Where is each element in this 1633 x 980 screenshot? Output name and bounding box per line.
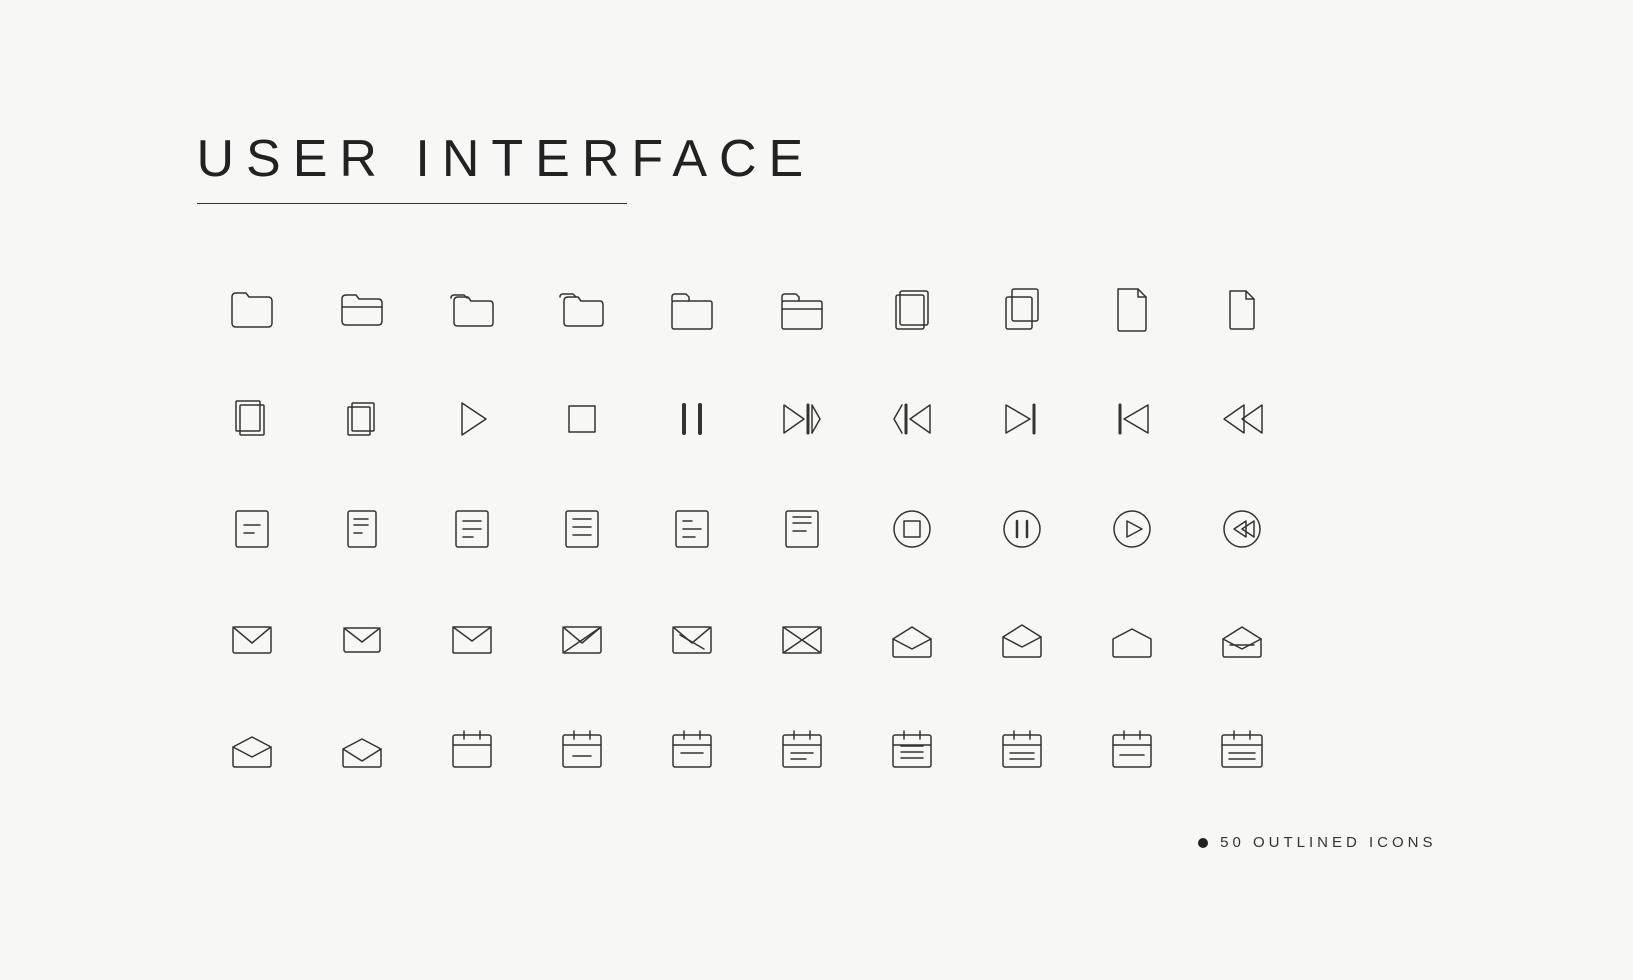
icon-play (417, 364, 527, 474)
icon-calendar-empty (417, 694, 527, 804)
icon-folder-tab (637, 254, 747, 364)
icon-circle-play (1077, 474, 1187, 584)
icon-skip-forward (747, 364, 857, 474)
footer-dot (1198, 838, 1208, 848)
icon-mail-open-2 (967, 584, 1077, 694)
icon-folder-double (527, 254, 637, 364)
footer-label: 50 OUTLINED ICONS (1220, 834, 1436, 851)
icon-mail-open-1 (857, 584, 967, 694)
icon-mail-open-bottom-2 (307, 694, 417, 804)
icon-file-minus (197, 474, 307, 584)
page-title: USER INTERFACE (197, 129, 1437, 189)
icon-document (1077, 254, 1187, 364)
icon-copy-pages-2 (967, 254, 1077, 364)
icon-document-copy-2 (307, 364, 417, 474)
icon-calendar-lines (747, 694, 857, 804)
icon-mail-3 (417, 584, 527, 694)
icon-mail-2 (307, 584, 417, 694)
footer: 50 OUTLINED ICONS (197, 834, 1437, 851)
icon-file-list-3 (637, 474, 747, 584)
icon-grid (197, 254, 1437, 804)
icon-folder-stacked (417, 254, 527, 364)
main-container: USER INTERFACE (117, 69, 1517, 911)
icon-skip-back (857, 364, 967, 474)
icon-mail-open-3 (1077, 584, 1187, 694)
icon-rewind (1187, 364, 1297, 474)
icon-file-list (417, 474, 527, 584)
icon-file-minus-2 (307, 474, 417, 584)
icon-mail-open-x (1187, 584, 1297, 694)
icon-stop (527, 364, 637, 474)
icon-circle-stop (857, 474, 967, 584)
icon-document-copy (197, 364, 307, 474)
icon-circle-rewind (1187, 474, 1297, 584)
icon-mail-x-1 (527, 584, 637, 694)
icon-mail-x-3 (747, 584, 857, 694)
icon-folder-tab-open (747, 254, 857, 364)
icon-mail-1 (197, 584, 307, 694)
icon-file-list-2 (527, 474, 637, 584)
icon-step-forward (967, 364, 1077, 474)
icon-calendar-full (857, 694, 967, 804)
icon-calendar-minus (527, 694, 637, 804)
icon-calendar-simple (637, 694, 747, 804)
icon-calendar-remove (1077, 694, 1187, 804)
title-underline (197, 203, 627, 204)
icon-mail-x-2 (637, 584, 747, 694)
icon-file-list-4 (747, 474, 857, 584)
icon-step-back (1077, 364, 1187, 474)
icon-mail-open-bottom-1 (197, 694, 307, 804)
icon-pause (637, 364, 747, 474)
icon-calendar-wide (1187, 694, 1297, 804)
icon-copy-pages (857, 254, 967, 364)
icon-folder-open (307, 254, 417, 364)
title-section: USER INTERFACE (197, 129, 1437, 204)
icon-document-small (1187, 254, 1297, 364)
icon-folder-simple (197, 254, 307, 364)
icon-circle-pause (967, 474, 1077, 584)
icon-calendar-detail (967, 694, 1077, 804)
